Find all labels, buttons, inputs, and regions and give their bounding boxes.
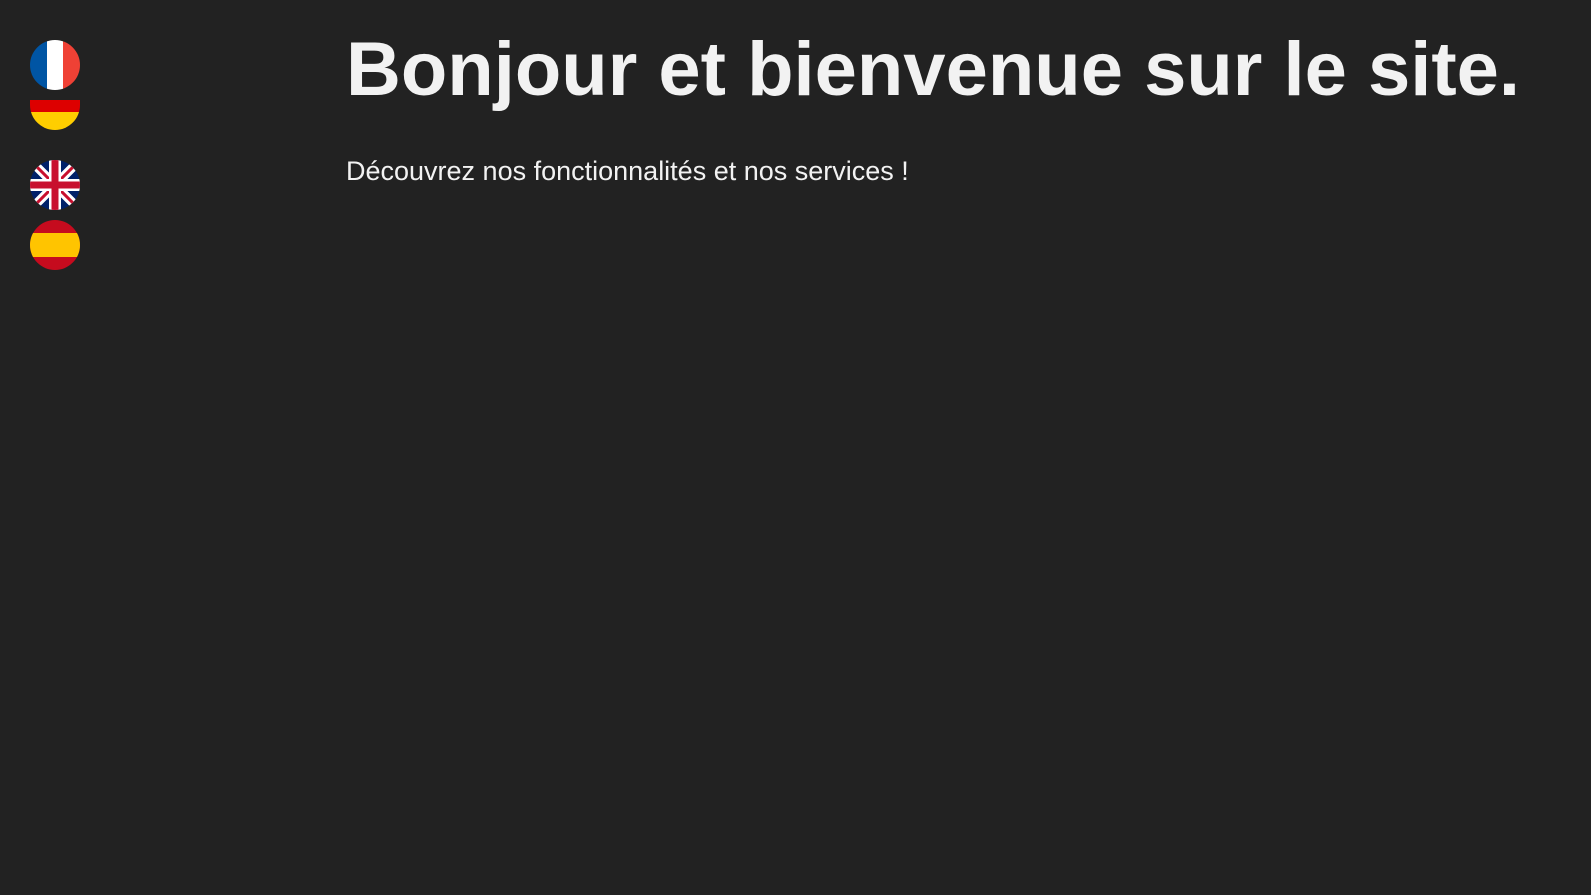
united-kingdom-flag-icon: [30, 160, 80, 210]
language-option-fr[interactable]: [30, 40, 80, 90]
page-title: Bonjour et bienvenue sur le site.: [346, 27, 1521, 112]
page-subtitle: Découvrez nos fonctionnalités et nos ser…: [346, 156, 909, 186]
language-option-de[interactable]: [30, 100, 80, 130]
germany-flag-icon: [30, 100, 80, 130]
france-flag-icon: [30, 40, 80, 90]
language-option-en[interactable]: [30, 160, 80, 210]
language-option-es[interactable]: [30, 220, 80, 270]
main-content: Bonjour et bienvenue sur le site. Découv…: [346, 25, 1571, 187]
spain-flag-icon: [30, 220, 80, 270]
